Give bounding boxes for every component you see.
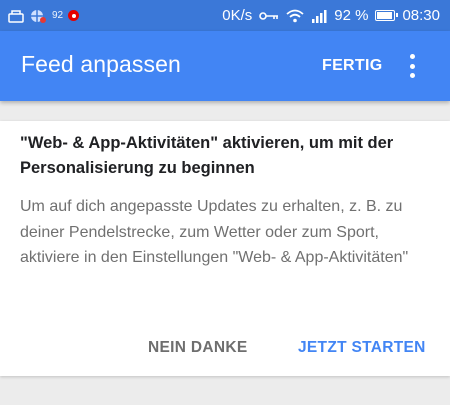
overflow-dot: [409, 73, 415, 78]
wifi-icon: [286, 9, 304, 22]
status-bar-right: 0K/s 92 % 08:30: [222, 0, 440, 31]
network-speed: 0K/s: [222, 7, 253, 24]
get-started-button[interactable]: JETZT STARTEN: [298, 339, 426, 357]
vodafone-icon: [68, 10, 80, 21]
status-bar-left: 92: [8, 0, 80, 31]
status-bar: 92 0K/s 92 % 08:30: [0, 0, 450, 31]
decline-button[interactable]: NEIN DANKE: [148, 339, 247, 357]
signal-icon: [312, 9, 327, 23]
key-icon: [259, 11, 279, 20]
card-body: Um auf dich angepasste Updates zu erhalt…: [20, 198, 409, 266]
overflow-dot: [409, 54, 415, 59]
notification-icon: [8, 9, 24, 23]
done-button[interactable]: FERTIG: [322, 57, 382, 75]
notification-count: 92: [52, 10, 64, 21]
battery-icon: [375, 10, 399, 21]
clock: 08:30: [402, 7, 440, 24]
battery-percent: 92 %: [334, 7, 369, 24]
more-vert-icon[interactable]: [403, 51, 421, 81]
overflow-dot: [409, 63, 415, 69]
activity-card: "Web- & App-Aktivitäten" aktivieren, um …: [0, 121, 450, 376]
card-title: "Web- & App-Aktivitäten" aktivieren, um …: [20, 134, 394, 177]
app-bar: Feed anpassen FERTIG: [0, 31, 450, 101]
page-title: Feed anpassen: [21, 51, 181, 77]
app-icon: [31, 9, 46, 23]
